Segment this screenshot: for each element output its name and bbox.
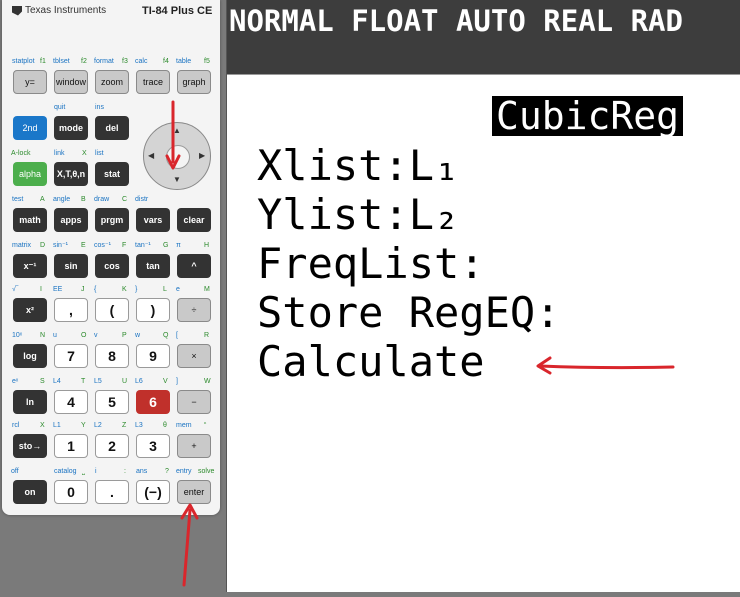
arrow-to-stat-icon xyxy=(165,100,181,170)
arrow-to-calculate-icon xyxy=(536,356,675,375)
annotation-arrows xyxy=(165,100,675,587)
arrow-to-enter-icon xyxy=(180,503,199,587)
